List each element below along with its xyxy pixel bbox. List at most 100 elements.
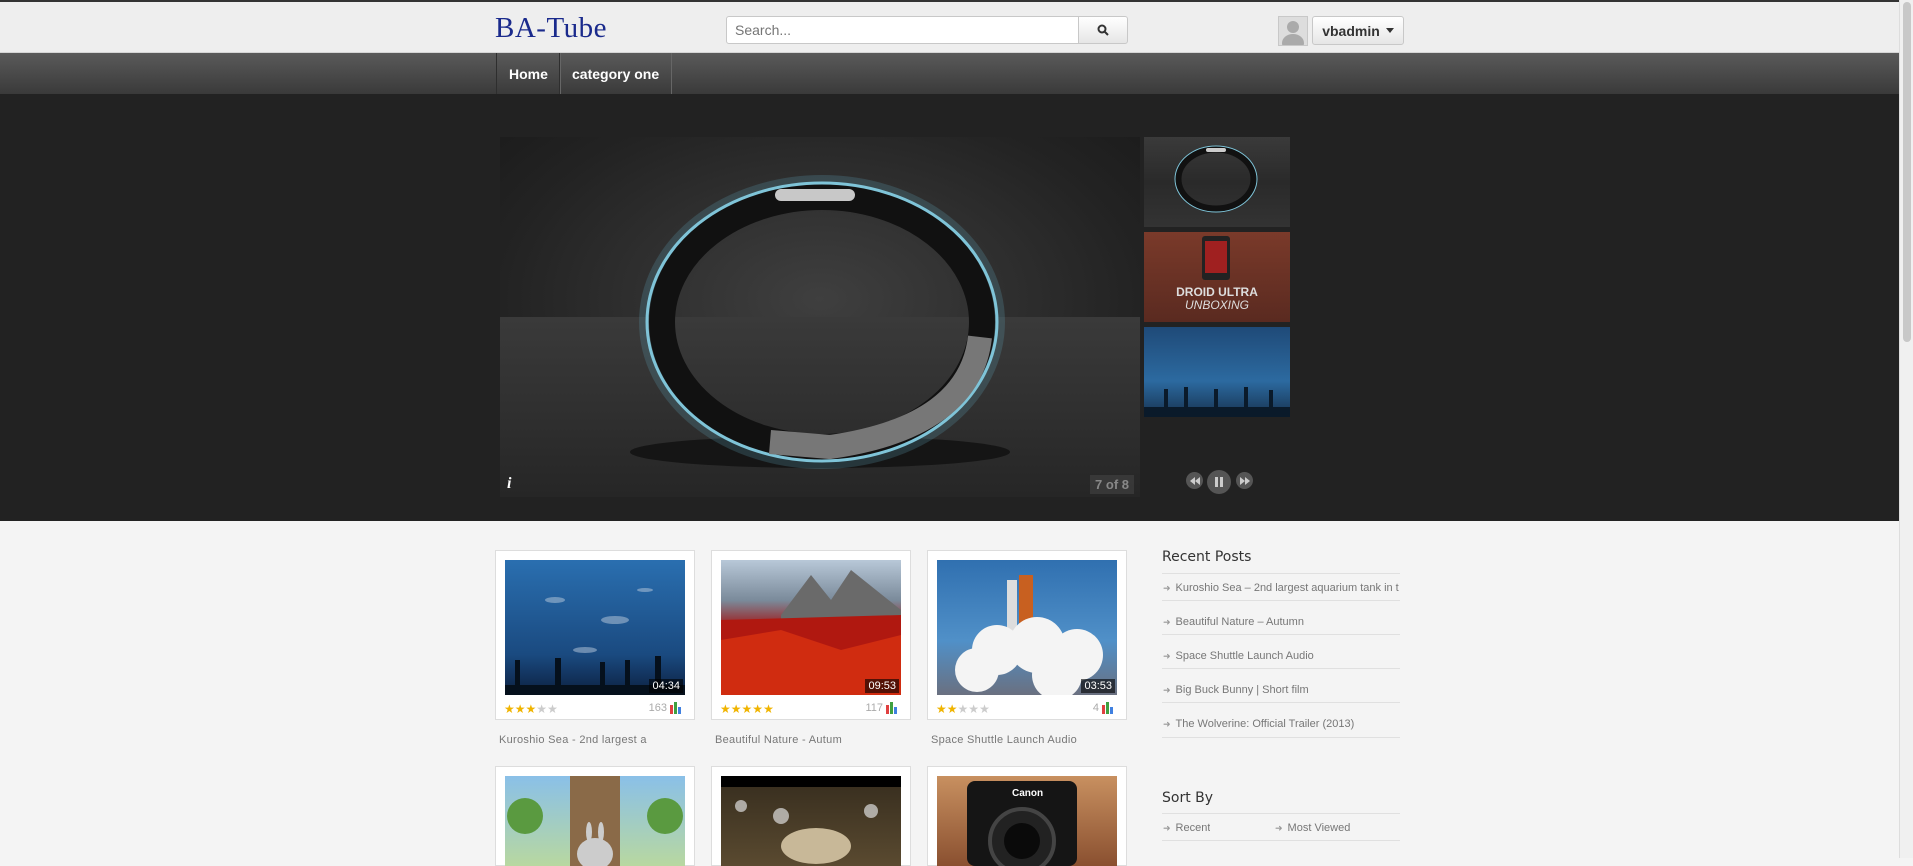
arrow-right-icon: ➜: [1163, 616, 1171, 627]
video-card[interactable]: [495, 766, 695, 866]
arrow-right-icon: ➜: [1163, 822, 1171, 833]
stats-bar-icon: [670, 702, 681, 714]
view-count: 117: [865, 702, 900, 714]
arrow-right-icon: ➜: [1275, 822, 1283, 833]
arrow-right-icon: ➜: [1163, 684, 1171, 695]
slider-thumb-aquarium[interactable]: [1144, 327, 1290, 417]
divider: [1162, 702, 1400, 703]
caret-down-icon: [1385, 28, 1394, 33]
recent-post-link[interactable]: ➜ Kuroshio Sea – 2nd largest aquarium tan…: [1163, 582, 1399, 594]
sort-option-most-viewed[interactable]: ➜ Most Viewed: [1275, 822, 1350, 834]
video-duration: 09:53: [865, 679, 899, 693]
prev-slide-button[interactable]: [1186, 472, 1203, 489]
smart-band-image: [630, 175, 1010, 469]
search-icon: [1097, 24, 1109, 36]
shuttle-launch-image: [955, 575, 1103, 695]
nav-item-home[interactable]: Home: [496, 53, 561, 94]
video-card[interactable]: Canon: [927, 766, 1127, 866]
divider: [1162, 737, 1400, 738]
video-thumbnail[interactable]: 03:53: [937, 560, 1117, 695]
sort-option-recent[interactable]: ➜ Recent: [1163, 822, 1210, 834]
arrow-right-icon: ➜: [1163, 650, 1171, 661]
recent-post-link[interactable]: ➜ Beautiful Nature – Autumn: [1163, 616, 1304, 628]
video-thumbnail[interactable]: 09:53: [721, 560, 901, 695]
video-thumbnail[interactable]: [505, 776, 685, 866]
aquarium-image: [505, 588, 685, 695]
recent-post-label: Beautiful Nature – Autumn: [1175, 616, 1304, 628]
user-menu-button[interactable]: vbadmin: [1312, 16, 1404, 45]
video-thumbnail[interactable]: [721, 776, 901, 866]
recent-post-link[interactable]: ➜ Big Buck Bunny | Short film: [1163, 684, 1309, 696]
slider-thumb-droid[interactable]: DROID ULTRA UNBOXING: [1144, 232, 1290, 322]
info-icon[interactable]: i: [507, 475, 511, 493]
recent-post-label: Kuroshio Sea – 2nd largest aquarium tank…: [1175, 582, 1399, 594]
droid-caption-line2: UNBOXING: [1184, 298, 1249, 312]
divider: [1162, 600, 1400, 601]
divider: [1162, 668, 1400, 669]
wolverine-image: [735, 800, 878, 864]
video-title[interactable]: Kuroshio Sea - 2nd largest a: [499, 734, 647, 746]
username-label: vbadmin: [1322, 22, 1380, 39]
recent-post-label: The Wolverine: Official Trailer (2013): [1175, 718, 1355, 730]
recent-posts-heading: Recent Posts: [1162, 549, 1252, 565]
bunny-image: [507, 776, 683, 866]
video-thumbnail[interactable]: 04:34: [505, 560, 685, 695]
recent-post-label: Big Buck Bunny | Short film: [1175, 684, 1309, 696]
video-card[interactable]: 09:53 ★ ★ ★ ★ ★ 117: [711, 550, 911, 720]
rating-stars[interactable]: ★ ★ ★ ★ ★: [504, 703, 558, 715]
scrollbar-thumb[interactable]: [1903, 2, 1911, 342]
arrow-right-icon: ➜: [1163, 718, 1171, 729]
view-count-value: 117: [865, 702, 883, 714]
video-card[interactable]: 03:53 ★ ★ ★ ★ ★ 4: [927, 550, 1127, 720]
user-avatar[interactable]: [1278, 16, 1308, 46]
recent-post-label: Space Shuttle Launch Audio: [1175, 650, 1314, 662]
view-count: 4: [1093, 702, 1116, 714]
stats-bar-icon: [1102, 702, 1113, 714]
autumn-mountains-image: [721, 570, 901, 695]
rating-stars[interactable]: ★ ★ ★ ★ ★: [936, 703, 990, 715]
view-count-value: 4: [1092, 702, 1099, 714]
video-card[interactable]: 04:34 ★ ★ ★ ★ ★ 163: [495, 550, 695, 720]
recent-post-link[interactable]: ➜ Space Shuttle Launch Audio: [1163, 650, 1314, 662]
default-avatar-icon: [1279, 17, 1307, 45]
rating-stars[interactable]: ★ ★ ★ ★ ★: [720, 703, 774, 715]
divider: [1162, 840, 1400, 841]
search-button[interactable]: [1078, 16, 1128, 44]
video-duration: 04:34: [649, 679, 683, 693]
pause-slide-button[interactable]: [1207, 470, 1231, 494]
band-thumb-image: [1174, 145, 1258, 213]
next-slide-button[interactable]: [1236, 472, 1253, 489]
sort-option-label: Most Viewed: [1287, 822, 1351, 834]
search-form: [726, 16, 1128, 44]
video-title[interactable]: Space Shuttle Launch Audio: [931, 734, 1077, 746]
page-scrollbar[interactable]: [1899, 0, 1913, 858]
sort-option-label: Recent: [1175, 822, 1211, 834]
pause-icon: [1215, 477, 1223, 487]
video-card[interactable]: [711, 766, 911, 866]
stats-bar-icon: [886, 702, 897, 714]
divider: [1162, 813, 1400, 814]
divider: [1162, 573, 1400, 574]
video-duration: 03:53: [1081, 679, 1115, 693]
aquarium-thumb-image: [1144, 387, 1290, 417]
view-count-value: 163: [648, 702, 667, 714]
rewind-icon: [1189, 476, 1200, 485]
video-title[interactable]: Beautiful Nature - Autum: [715, 734, 842, 746]
fast-forward-icon: [1239, 476, 1250, 485]
view-count: 163: [649, 702, 684, 714]
camera-image: Canon: [967, 781, 1077, 866]
site-logo[interactable]: BA-Tube: [495, 12, 607, 45]
main-navbar: Home category one: [0, 53, 1900, 95]
arrow-right-icon: ➜: [1163, 582, 1171, 593]
divider: [1162, 634, 1400, 635]
droid-caption: DROID ULTRA UNBOXING: [1144, 286, 1290, 312]
recent-post-link[interactable]: ➜ The Wolverine: Official Trailer (2013): [1163, 718, 1354, 730]
top-header: BA-Tube vbadmin: [0, 0, 1900, 53]
slide-counter: 7 of 8: [1090, 475, 1134, 494]
slider-thumb-band[interactable]: [1144, 137, 1290, 227]
search-input[interactable]: [726, 16, 1079, 44]
video-thumbnail[interactable]: Canon: [937, 776, 1117, 866]
nav-item-category-one[interactable]: category one: [559, 53, 673, 94]
svg-text:Canon: Canon: [1012, 788, 1043, 799]
main-slide[interactable]: i 7 of 8: [500, 137, 1140, 497]
